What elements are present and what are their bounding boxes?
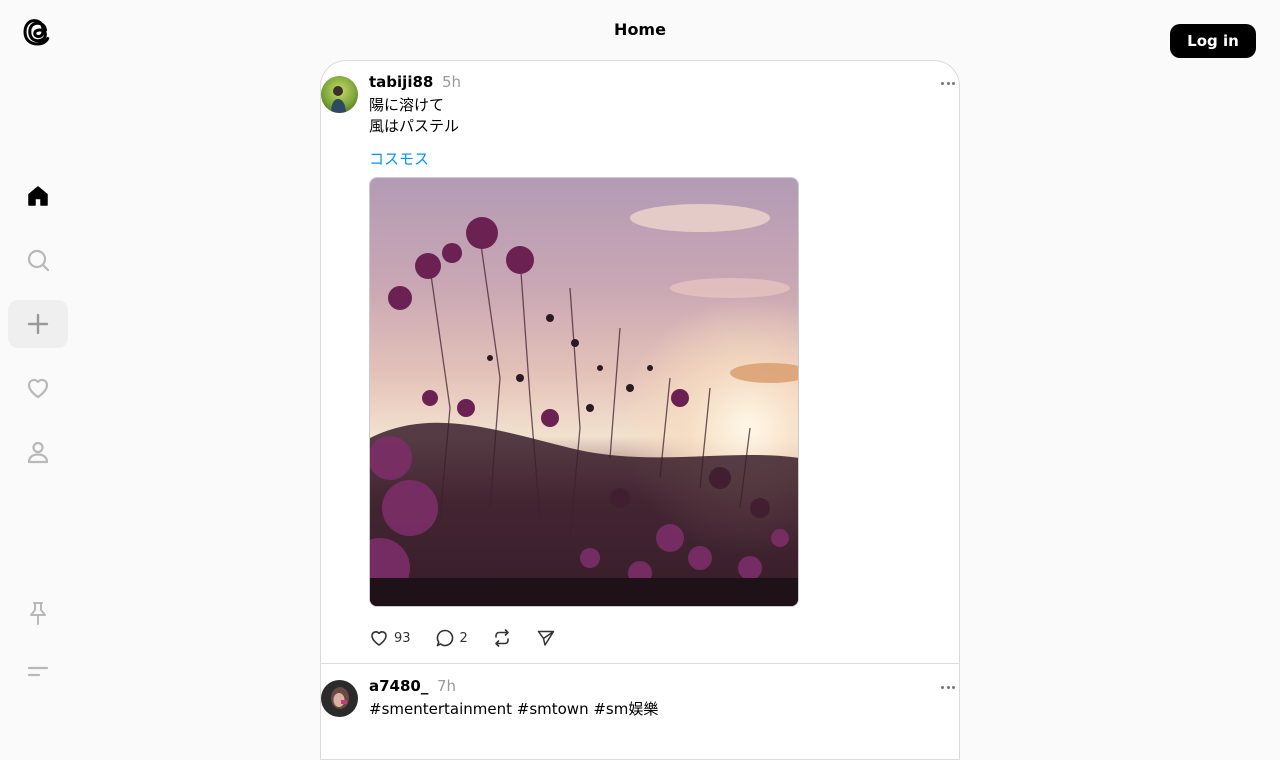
- heart-icon: [371, 631, 387, 646]
- topic-tag-link[interactable]: コスモス: [369, 148, 429, 169]
- home-icon: [28, 186, 48, 206]
- person-icon: [27, 441, 49, 464]
- post-text-line: 陽に溶けて: [369, 96, 445, 114]
- post-actions: 93 2: [369, 627, 580, 649]
- page-title: Home: [614, 20, 666, 39]
- comment-icon: [436, 629, 453, 647]
- post-username[interactable]: tabiji88: [369, 73, 433, 91]
- sidebar-item-activity[interactable]: [8, 364, 68, 412]
- like-count: 93: [394, 630, 411, 646]
- sidebar-item-home[interactable]: [8, 172, 68, 220]
- avatar[interactable]: [321, 76, 358, 113]
- post-text-line: 風はパステル: [369, 117, 460, 135]
- more-options-icon[interactable]: [939, 682, 957, 692]
- post-time: 5h: [442, 73, 462, 91]
- reply-button[interactable]: 2: [435, 628, 468, 648]
- post-text-line: #smentertainment #smtown #sm娱樂: [369, 700, 659, 718]
- sidebar-item-pin[interactable]: [8, 589, 68, 637]
- post-time: 7h: [437, 677, 457, 695]
- sidebar-item-menu[interactable]: [8, 647, 68, 695]
- repost-icon: [495, 629, 509, 647]
- sidebar-item-profile[interactable]: [8, 428, 68, 476]
- sidebar-item-search[interactable]: [8, 236, 68, 284]
- sidebar-nav: [8, 0, 68, 720]
- pin-icon: [30, 602, 46, 625]
- share-button[interactable]: [536, 628, 556, 648]
- heart-icon: [27, 378, 49, 399]
- reply-count: 2: [459, 630, 468, 646]
- plus-icon: [27, 313, 49, 335]
- avatar[interactable]: [321, 680, 358, 717]
- post-username[interactable]: a7480_: [369, 677, 428, 695]
- repost-button[interactable]: [492, 628, 512, 648]
- menu-icon: [27, 666, 49, 677]
- post-image[interactable]: [369, 177, 799, 607]
- like-button[interactable]: 93: [369, 628, 411, 648]
- sidebar-item-create[interactable]: [8, 300, 68, 348]
- feed: tabiji88 5h 陽に溶けて 風はパステル コスモス 93 2 a7480…: [320, 60, 960, 760]
- more-options-icon[interactable]: [939, 78, 957, 88]
- search-icon: [27, 249, 50, 272]
- log-in-button[interactable]: Log in: [1170, 24, 1256, 58]
- post-divider: [321, 663, 959, 664]
- send-icon: [537, 630, 555, 646]
